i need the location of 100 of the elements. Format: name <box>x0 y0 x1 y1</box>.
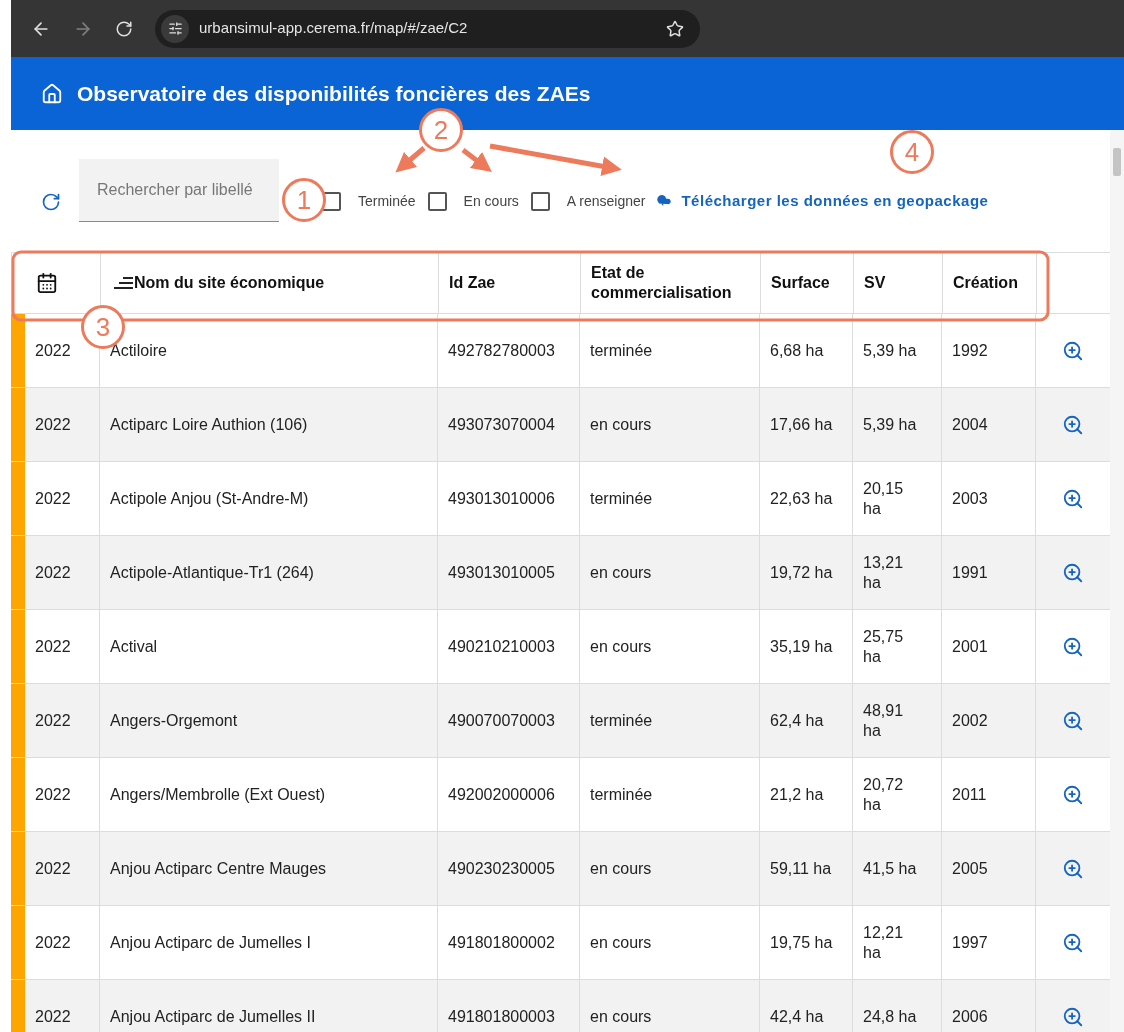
app-title: Observatoire des disponibilités foncières des ZAEs <box>77 80 591 107</box>
zoom-in-icon[interactable] <box>1062 857 1084 880</box>
zoom-in-icon[interactable] <box>1062 339 1084 362</box>
column-header[interactable]: Création <box>943 253 1037 313</box>
callout-number: 4 <box>890 130 934 174</box>
table-cell: 2006 <box>942 980 1036 1032</box>
table-cell: 2005 <box>942 832 1036 905</box>
table-cell: 6,68 ha <box>760 314 853 387</box>
column-header[interactable]: Etat de commercialisation <box>581 253 761 313</box>
table-cell: 2022 <box>25 684 100 757</box>
table-cell: 1991 <box>942 536 1036 609</box>
address-bar[interactable]: urbansimul-app.cerema.fr/map/#/zae/C2 <box>155 9 700 48</box>
table-cell: en cours <box>580 906 760 979</box>
zoom-in-icon[interactable] <box>1062 487 1084 510</box>
home-icon[interactable] <box>41 82 63 105</box>
zoom-in-icon[interactable] <box>1062 561 1084 584</box>
table-cell: terminée <box>580 462 760 535</box>
download-link[interactable]: Télécharger les données en geopackage <box>655 189 989 213</box>
table-cell: 493073070004 <box>438 388 580 461</box>
table-cell: 490230230005 <box>438 832 580 905</box>
column-header[interactable]: SV <box>854 253 943 313</box>
table-cell: terminée <box>580 314 760 387</box>
table-cell: 2022 <box>25 462 100 535</box>
table-cell: 492002000006 <box>438 758 580 831</box>
table-cell: en cours <box>580 610 760 683</box>
table-cell: en cours <box>580 980 760 1032</box>
column-header[interactable]: Surface <box>761 253 854 313</box>
table-cell: 490070070003 <box>438 684 580 757</box>
table-cell: 12,21 ha <box>853 906 942 979</box>
table-cell: terminée <box>580 758 760 831</box>
row-status-stripe <box>11 980 25 1032</box>
table-cell: 48,91 ha <box>853 684 942 757</box>
table-cell: 42,4 ha <box>760 980 853 1032</box>
zoom-in-icon[interactable] <box>1062 635 1084 658</box>
table-cell: 1992 <box>942 314 1036 387</box>
table-cell: 24,8 ha <box>853 980 942 1032</box>
table-cell: 491801800002 <box>438 906 580 979</box>
table-cell: 20,15 ha <box>853 462 942 535</box>
table-cell: 41,5 ha <box>853 832 942 905</box>
table-cell: 2002 <box>942 684 1036 757</box>
table-cell: 59,11 ha <box>760 832 853 905</box>
refresh-icon[interactable] <box>41 192 61 212</box>
filter-label: A renseigner <box>566 191 646 211</box>
table-cell: 493013010005 <box>438 536 580 609</box>
table-cell: 2022 <box>25 758 100 831</box>
table-cell: Anjou Actiparc de Jumelles I <box>100 906 438 979</box>
calendar-icon[interactable] <box>36 272 58 294</box>
filter-label: En cours <box>463 191 519 211</box>
table-cell: Actipole Anjou (St-Andre-M) <box>100 462 438 535</box>
sort-icon[interactable] <box>111 277 133 289</box>
site-info-icon[interactable] <box>167 21 183 36</box>
callout-number: 1 <box>282 178 326 222</box>
table-cell: 25,75 ha <box>853 610 942 683</box>
table-cell: 22,63 ha <box>760 462 853 535</box>
table-cell: 17,66 ha <box>760 388 853 461</box>
annotation-arrow <box>395 146 426 173</box>
table-cell: 2022 <box>25 610 100 683</box>
column-header[interactable]: Id Zae <box>439 253 581 313</box>
table-cell: en cours <box>580 832 760 905</box>
table-cell: 2004 <box>942 388 1036 461</box>
table-cell: 2022 <box>25 980 100 1032</box>
table-cell: Angers/Membrolle (Ext Ouest) <box>100 758 438 831</box>
checkbox[interactable] <box>530 191 550 211</box>
table-cell: 20,72 ha <box>853 758 942 831</box>
table-cell: 62,4 ha <box>760 684 853 757</box>
table-cell: 5,39 ha <box>853 314 942 387</box>
table-cell: 5,39 ha <box>853 388 942 461</box>
zoom-in-icon[interactable] <box>1062 783 1084 806</box>
search-field[interactable]: Rechercher par libellé <box>79 158 279 222</box>
checkbox[interactable] <box>427 191 447 211</box>
reload-icon[interactable] <box>115 19 133 38</box>
table-cell: 2022 <box>25 536 100 609</box>
table-cell: 13,21 ha <box>853 536 942 609</box>
table-cell: 19,72 ha <box>760 536 853 609</box>
zoom-in-icon[interactable] <box>1062 413 1084 436</box>
table-cell: Actival <box>100 610 438 683</box>
table-cell: 2011 <box>942 758 1036 831</box>
table-cell: 2003 <box>942 462 1036 535</box>
table-cell: Actipole-Atlantique-Tr1 (264) <box>100 536 438 609</box>
table-cell: 490210210003 <box>438 610 580 683</box>
table-cell: Anjou Actiparc de Jumelles II <box>100 980 438 1032</box>
zoom-in-icon[interactable] <box>1062 1005 1084 1028</box>
table-cell: 2022 <box>25 906 100 979</box>
table-cell: 19,75 ha <box>760 906 853 979</box>
table-cell: 1997 <box>942 906 1036 979</box>
table-cell: en cours <box>580 536 760 609</box>
table-cell: en cours <box>580 388 760 461</box>
table-cell: 493013010006 <box>438 462 580 535</box>
zoom-in-icon[interactable] <box>1062 931 1084 954</box>
table-cell: 2022 <box>25 832 100 905</box>
bookmark-star-icon[interactable] <box>666 19 684 38</box>
table-cell: 21,2 ha <box>760 758 853 831</box>
table-cell: 492782780003 <box>438 314 580 387</box>
table-cell: Anjou Actiparc Centre Mauges <box>100 832 438 905</box>
zoom-in-icon[interactable] <box>1062 709 1084 732</box>
table-cell: 491801800003 <box>438 980 580 1032</box>
url-text: urbansimul-app.cerema.fr/map/#/zae/C2 <box>199 18 469 39</box>
table-cell: Actiparc Loire Authion (106) <box>100 388 438 461</box>
table-cell: 2001 <box>942 610 1036 683</box>
filter-label: Terminée <box>358 191 416 211</box>
